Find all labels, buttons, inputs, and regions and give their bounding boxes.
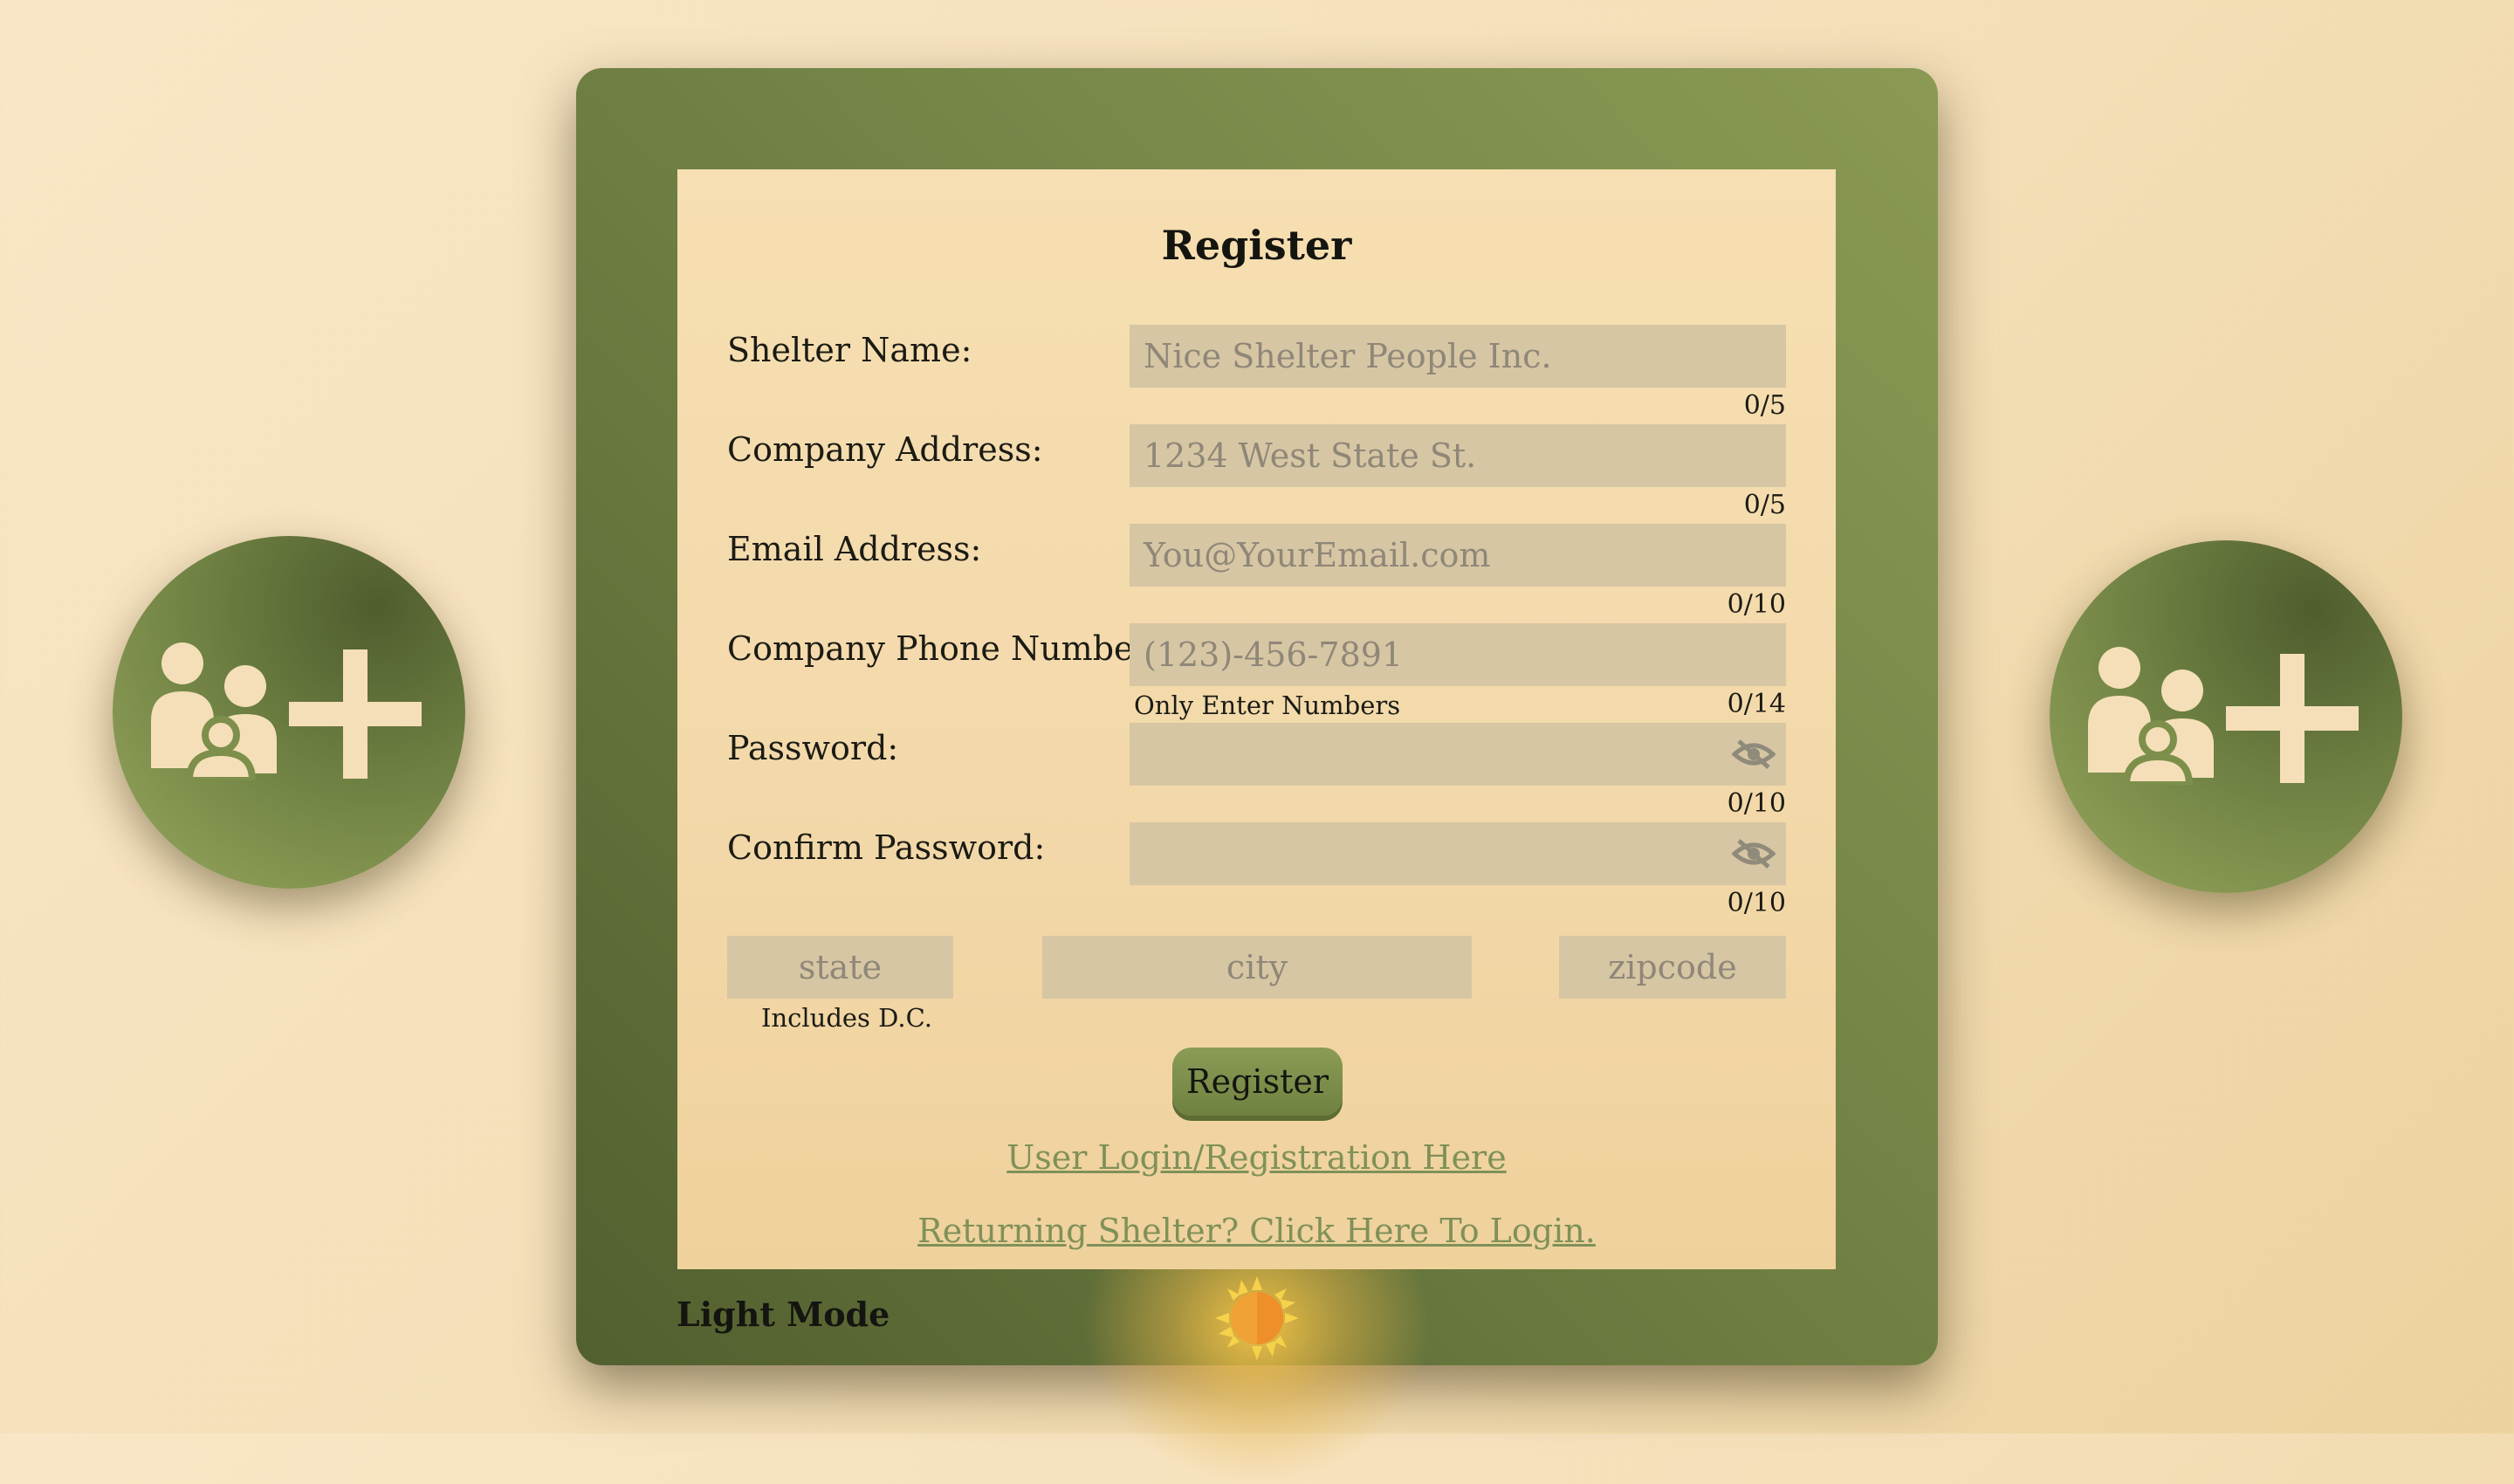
- state-input[interactable]: state: [727, 936, 953, 999]
- phone-input[interactable]: (123)-456-7891: [1130, 623, 1786, 686]
- password-input[interactable]: [1130, 723, 1786, 786]
- phone-placeholder: (123)-456-7891: [1144, 636, 1404, 674]
- light-mode-label: Light Mode: [677, 1295, 890, 1334]
- state-placeholder: state: [798, 948, 883, 986]
- shelter-name-counter: 0/5: [1743, 390, 1786, 421]
- zipcode-placeholder: zipcode: [1608, 948, 1737, 986]
- confirm-password-counter: 0/10: [1727, 888, 1786, 918]
- form-title: Register: [1161, 222, 1352, 269]
- email-input[interactable]: You@YourEmail.com: [1130, 524, 1786, 587]
- confirm-password-label: Confirm Password:: [727, 828, 1046, 867]
- email-placeholder: You@YourEmail.com: [1144, 536, 1491, 574]
- add-family-badge-left: [113, 536, 465, 889]
- add-family-badge-right: [2050, 540, 2402, 893]
- zipcode-input[interactable]: zipcode: [1559, 936, 1786, 999]
- password-label: Password:: [727, 729, 899, 767]
- email-label: Email Address:: [727, 530, 982, 568]
- sun-icon[interactable]: [1213, 1274, 1301, 1362]
- returning-shelter-link[interactable]: Returning Shelter? Click Here To Login.: [677, 1212, 1836, 1250]
- state-hint: Includes D.C.: [761, 1003, 932, 1033]
- shelter-name-placeholder: Nice Shelter People Inc.: [1144, 337, 1552, 375]
- email-counter: 0/10: [1727, 589, 1786, 620]
- add-family-icon: [2088, 647, 2359, 785]
- company-address-input[interactable]: 1234 West State St.: [1130, 424, 1786, 487]
- register-button[interactable]: Register: [1172, 1048, 1343, 1116]
- shelter-name-label: Shelter Name:: [727, 331, 972, 369]
- user-login-link[interactable]: User Login/Registration Here: [677, 1138, 1836, 1177]
- city-placeholder: city: [1226, 948, 1288, 986]
- city-input[interactable]: city: [1042, 936, 1472, 999]
- company-address-placeholder: 1234 West State St.: [1144, 436, 1477, 475]
- add-family-icon: [151, 642, 422, 780]
- phone-counter: 0/14: [1727, 689, 1786, 719]
- eye-slash-icon[interactable]: [1732, 838, 1776, 869]
- password-counter: 0/10: [1727, 788, 1786, 819]
- eye-slash-icon[interactable]: [1732, 739, 1776, 770]
- phone-label: Company Phone Number:: [727, 629, 1161, 668]
- confirm-password-input[interactable]: [1130, 822, 1786, 885]
- company-address-label: Company Address:: [727, 430, 1043, 469]
- phone-hint: Only Enter Numbers: [1134, 690, 1401, 720]
- company-address-counter: 0/5: [1743, 490, 1786, 520]
- registration-form: Register Shelter Name: Nice Shelter Peop…: [677, 169, 1836, 1269]
- shelter-name-input[interactable]: Nice Shelter People Inc.: [1130, 325, 1786, 388]
